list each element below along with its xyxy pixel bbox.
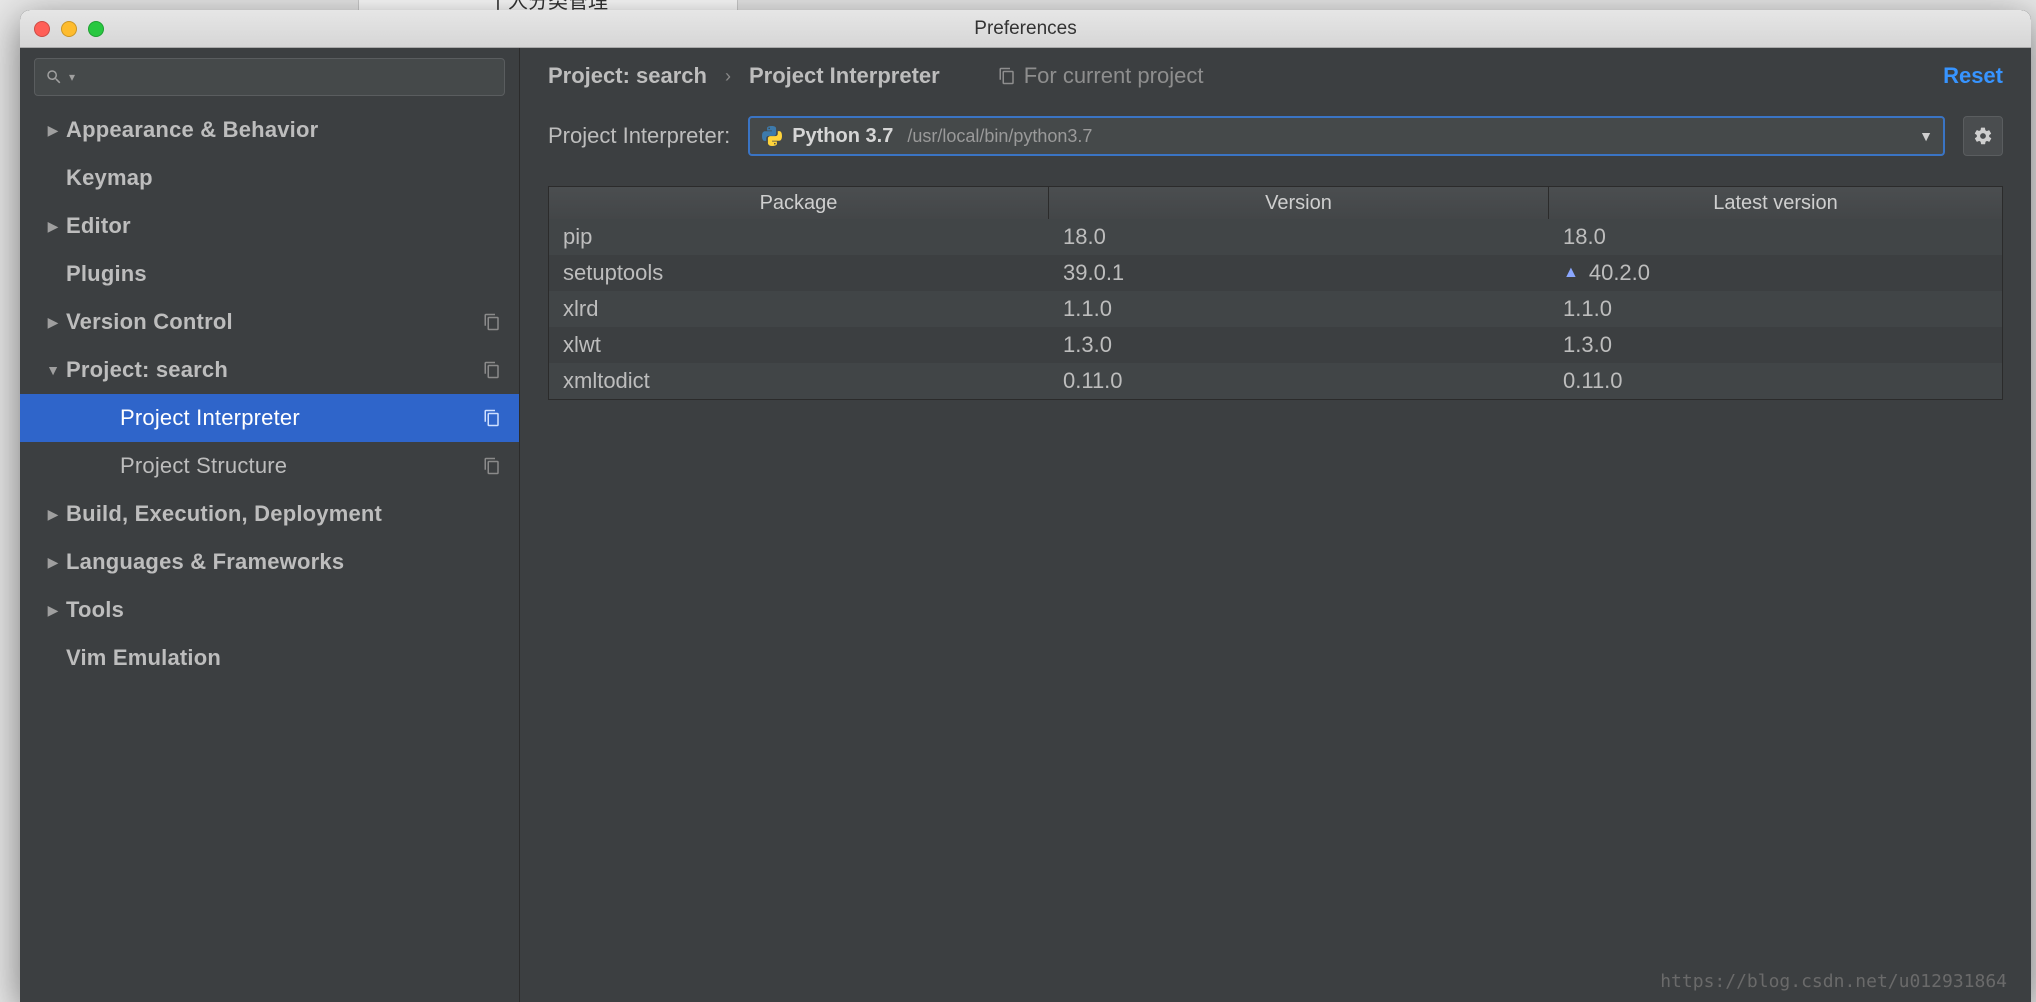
- cell-latest: ▲ 40.2.0: [1549, 260, 2002, 286]
- tree-item[interactable]: ▶Languages & Frameworks: [20, 538, 519, 586]
- cell-version: 39.0.1: [1049, 260, 1549, 286]
- breadcrumb-item: Project Interpreter: [749, 63, 940, 89]
- chevron-right-icon[interactable]: ▶: [40, 314, 66, 331]
- for-current-project-badge: For current project: [998, 63, 1204, 89]
- chevron-right-icon[interactable]: ▶: [40, 506, 66, 523]
- sidebar: ▾ ▶Appearance & Behavior▶Keymap▶Editor▶P…: [20, 48, 520, 1002]
- chevron-right-icon[interactable]: ▶: [40, 602, 66, 619]
- tree-child-item[interactable]: Project Interpreter: [20, 394, 519, 442]
- cell-package: xlwt: [549, 332, 1049, 358]
- cell-latest-value: 1.1.0: [1563, 296, 1612, 322]
- chevron-right-icon: ›: [725, 66, 731, 87]
- interpreter-row: Project Interpreter: Python 3.7 /usr/loc…: [520, 104, 2031, 176]
- cell-latest: 18.0: [1549, 224, 2002, 250]
- chevron-right-icon[interactable]: ▶: [40, 554, 66, 571]
- table-row[interactable]: xmltodict0.11.00.11.0: [549, 363, 2002, 399]
- tree-item[interactable]: ▶Vim Emulation: [20, 634, 519, 682]
- table-row[interactable]: xlrd1.1.01.1.0: [549, 291, 2002, 327]
- titlebar[interactable]: Preferences: [20, 10, 2031, 48]
- tree-item-label: Editor: [66, 213, 131, 239]
- main-header: Project: search › Project Interpreter Fo…: [520, 48, 2031, 104]
- packages-table: Package Version Latest version pip18.018…: [548, 186, 2003, 400]
- cell-package: setuptools: [549, 260, 1049, 286]
- tree-item-label: Languages & Frameworks: [66, 549, 344, 575]
- copy-icon: [483, 409, 501, 427]
- chevron-down-icon[interactable]: ▾: [69, 70, 75, 84]
- breadcrumb: Project: search › Project Interpreter: [548, 63, 940, 89]
- tree-item[interactable]: ▶Appearance & Behavior: [20, 106, 519, 154]
- cell-version: 1.1.0: [1049, 296, 1549, 322]
- search-icon: [45, 68, 63, 86]
- chevron-right-icon[interactable]: ▶: [40, 122, 66, 139]
- upgrade-available-icon: ▲: [1563, 264, 1579, 282]
- tree-item[interactable]: ▶Version Control: [20, 298, 519, 346]
- tree-item[interactable]: ▶Keymap: [20, 154, 519, 202]
- preferences-window: Preferences ▾ ▶Appearance & Behavior▶Key…: [20, 10, 2031, 1002]
- copy-icon: [998, 67, 1016, 85]
- tree-item[interactable]: ▶Tools: [20, 586, 519, 634]
- chevron-down-icon[interactable]: ▼: [1919, 128, 1933, 144]
- copy-icon: [483, 313, 501, 331]
- chevron-down-icon[interactable]: ▼: [40, 362, 66, 378]
- cell-latest-value: 1.3.0: [1563, 332, 1612, 358]
- interpreter-select[interactable]: Python 3.7 /usr/local/bin/python3.7 ▼: [748, 116, 1945, 156]
- tree-item-label: Build, Execution, Deployment: [66, 501, 382, 527]
- cell-latest: 1.1.0: [1549, 296, 2002, 322]
- tree-child-item[interactable]: Project Structure: [20, 442, 519, 490]
- tree-item-label: Project: search: [66, 357, 228, 383]
- table-header: Package Version Latest version: [549, 187, 2002, 219]
- interpreter-label: Project Interpreter:: [548, 123, 730, 149]
- interpreter-settings-button[interactable]: [1963, 116, 2003, 156]
- cell-latest-value: 40.2.0: [1589, 260, 1650, 286]
- table-row[interactable]: setuptools39.0.1 ▲ 40.2.0: [549, 255, 2002, 291]
- cell-package: pip: [549, 224, 1049, 250]
- tree-item[interactable]: ▶Build, Execution, Deployment: [20, 490, 519, 538]
- tree-item-label: Version Control: [66, 309, 233, 335]
- cell-version: 1.3.0: [1049, 332, 1549, 358]
- gear-icon: [1973, 126, 1993, 146]
- tree-item-label: Plugins: [66, 261, 147, 287]
- search-input[interactable]: ▾: [34, 58, 505, 96]
- reset-button[interactable]: Reset: [1943, 63, 2003, 89]
- tree-item-label: Tools: [66, 597, 124, 623]
- cell-latest-value: 0.11.0: [1563, 368, 1623, 394]
- tree-item-label: Appearance & Behavior: [66, 117, 318, 143]
- for-current-project-label: For current project: [1024, 63, 1204, 89]
- settings-tree: ▶Appearance & Behavior▶Keymap▶Editor▶Plu…: [20, 106, 519, 1002]
- tree-item-label: Vim Emulation: [66, 645, 221, 671]
- cell-latest-value: 18.0: [1563, 224, 1606, 250]
- chevron-right-icon[interactable]: ▶: [40, 218, 66, 235]
- interpreter-name: Python 3.7: [792, 125, 893, 148]
- col-package[interactable]: Package: [549, 187, 1049, 219]
- copy-icon: [483, 457, 501, 475]
- tree-item-label: Keymap: [66, 165, 153, 191]
- cell-package: xmltodict: [549, 368, 1049, 394]
- col-version[interactable]: Version: [1049, 187, 1549, 219]
- cell-version: 18.0: [1049, 224, 1549, 250]
- breadcrumb-item[interactable]: Project: search: [548, 63, 707, 89]
- interpreter-path: /usr/local/bin/python3.7: [907, 126, 1092, 147]
- cell-latest: 0.11.0: [1549, 368, 2002, 394]
- watermark: https://blog.csdn.net/u012931864: [1660, 971, 2007, 992]
- copy-icon: [483, 361, 501, 379]
- cell-latest: 1.3.0: [1549, 332, 2002, 358]
- cell-package: xlrd: [549, 296, 1049, 322]
- python-icon: [762, 126, 782, 146]
- tree-item-label: Project Interpreter: [120, 405, 300, 431]
- window-title: Preferences: [20, 18, 2031, 40]
- tree-item[interactable]: ▼Project: search: [20, 346, 519, 394]
- table-row[interactable]: xlwt1.3.01.3.0: [549, 327, 2002, 363]
- main-panel: Project: search › Project Interpreter Fo…: [520, 48, 2031, 1002]
- table-row[interactable]: pip18.018.0: [549, 219, 2002, 255]
- cell-version: 0.11.0: [1049, 368, 1549, 394]
- tree-item[interactable]: ▶Editor: [20, 202, 519, 250]
- col-latest[interactable]: Latest version: [1549, 187, 2002, 219]
- tree-item[interactable]: ▶Plugins: [20, 250, 519, 298]
- tree-item-label: Project Structure: [120, 453, 287, 479]
